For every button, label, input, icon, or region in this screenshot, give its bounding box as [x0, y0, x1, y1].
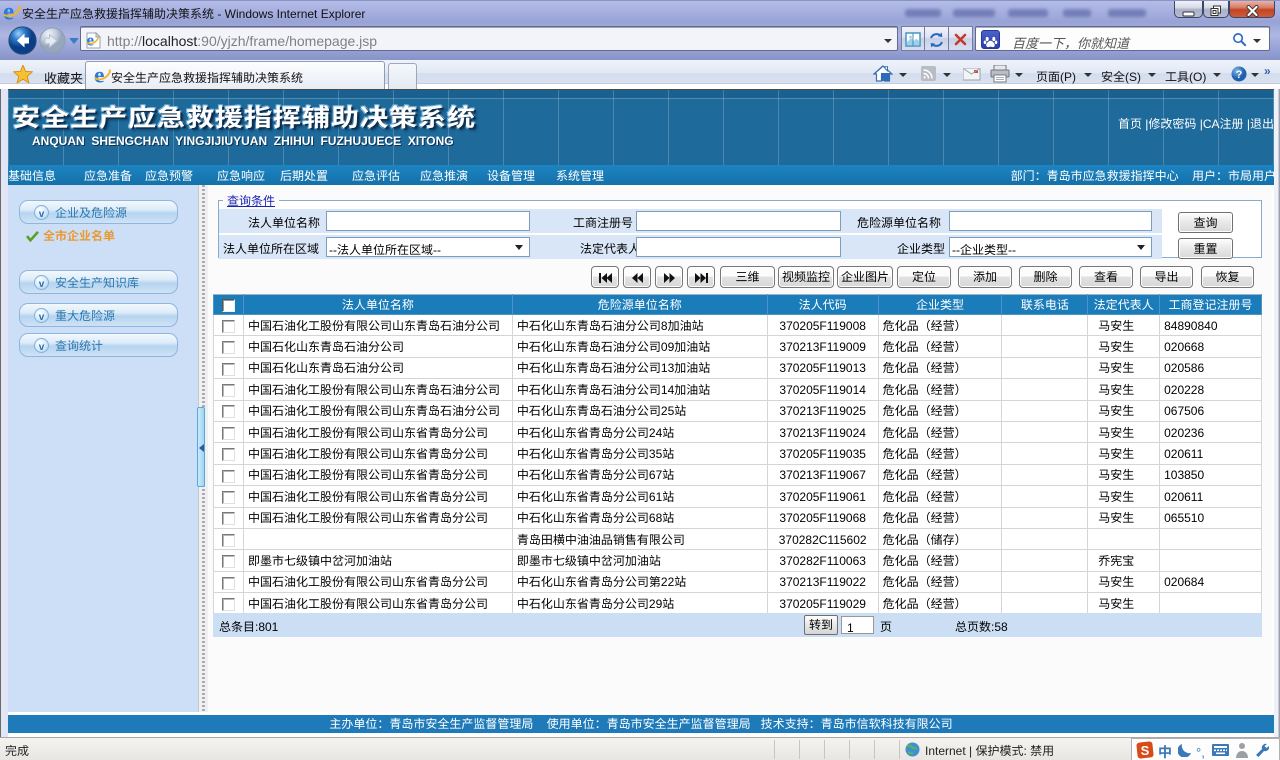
svg-text:e: e [3, 3, 14, 21]
svg-text:S: S [1141, 743, 1150, 758]
svg-text:e: e [94, 67, 104, 84]
svg-text:e: e [87, 32, 95, 49]
svg-text:?: ? [1236, 69, 1243, 81]
